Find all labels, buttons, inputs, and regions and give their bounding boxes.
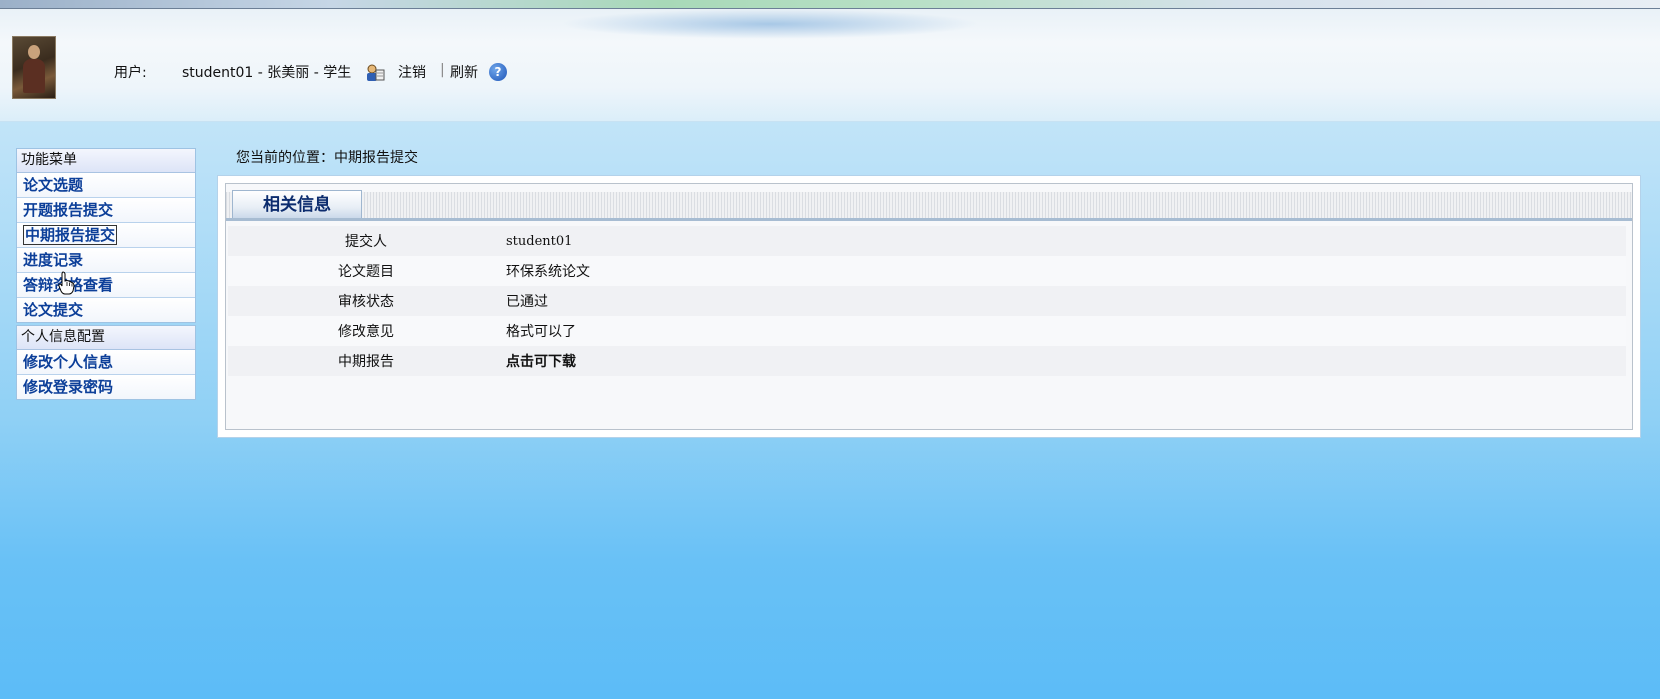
- browser-tab-strip: [0, 0, 1660, 9]
- sidebar-item-edit-profile[interactable]: 修改个人信息: [17, 350, 195, 375]
- refresh-link[interactable]: 刷新: [450, 62, 478, 82]
- page-header: 用户: student01 - 张美丽 - 学生 注销 | 刷新 ?: [0, 9, 1660, 122]
- hand-cursor-icon: [58, 271, 75, 295]
- table-row: 审核状态 已通过: [228, 286, 1626, 316]
- menu-group-personal: 个人信息配置 修改个人信息 修改登录密码: [16, 325, 196, 400]
- separator: |: [440, 62, 445, 78]
- sidebar-item-progress-record[interactable]: 进度记录: [17, 248, 195, 273]
- row-value-thesis-title: 环保系统论文: [506, 256, 1626, 286]
- row-value-comments: 格式可以了: [506, 316, 1626, 346]
- sidebar-item-label: 修改个人信息: [23, 353, 114, 371]
- panel-title: 相关信息: [232, 190, 362, 218]
- sidebar-item-proposal-submit[interactable]: 开题报告提交: [17, 198, 195, 223]
- breadcrumb: 您当前的位置：中期报告提交: [236, 150, 418, 166]
- sidebar-menu: 功能菜单 论文选题 开题报告提交 中期报告提交 进度记录 答辩资格查看 论文提交…: [16, 148, 196, 402]
- info-panel: 相关信息 提交人 student01 论文题目 环保系统论文 审核状态 已通过 …: [217, 175, 1641, 438]
- user-label: 用户:: [114, 65, 147, 81]
- menu-header-functions: 功能菜单: [17, 149, 195, 173]
- sidebar-item-label: 开题报告提交: [23, 201, 114, 219]
- avatar-body: [23, 59, 45, 93]
- table-row: 论文题目 环保系统论文: [228, 256, 1626, 286]
- header-decoration: [560, 9, 980, 39]
- sidebar-item-thesis-submit[interactable]: 论文提交: [17, 298, 195, 322]
- row-label-comments: 修改意见: [338, 324, 394, 340]
- sidebar-item-label: 进度记录: [23, 251, 84, 269]
- sidebar-item-label: 论文选题: [23, 176, 84, 194]
- avatar-face: [28, 45, 40, 59]
- sidebar-item-defense-eligibility[interactable]: 答辩资格查看: [17, 273, 195, 298]
- row-value-submitter: student01: [506, 226, 1626, 256]
- table-row: 中期报告 点击可下载: [228, 346, 1626, 376]
- row-value-review-status: 已通过: [506, 286, 1626, 316]
- user-logout-icon[interactable]: [365, 64, 385, 82]
- table-row: 修改意见 格式可以了: [228, 316, 1626, 346]
- sidebar-item-label: 修改登录密码: [23, 378, 114, 396]
- help-icon[interactable]: ?: [489, 63, 507, 81]
- user-info: student01 - 张美丽 - 学生: [182, 65, 352, 81]
- avatar: [12, 36, 56, 99]
- row-label-review-status: 审核状态: [338, 294, 394, 310]
- menu-group-functions: 功能菜单 论文选题 开题报告提交 中期报告提交 进度记录 答辩资格查看 论文提交: [16, 148, 196, 323]
- logout-link[interactable]: 注销: [398, 62, 426, 82]
- sidebar-item-label: 中期报告提交: [23, 225, 118, 245]
- info-panel-inner: 相关信息 提交人 student01 论文题目 环保系统论文 审核状态 已通过 …: [225, 183, 1633, 430]
- midterm-report-download-link[interactable]: 点击可下载: [506, 354, 576, 370]
- sidebar-item-midterm-submit[interactable]: 中期报告提交: [17, 223, 195, 248]
- info-table: 提交人 student01 论文题目 环保系统论文 审核状态 已通过 修改意见 …: [228, 226, 1626, 376]
- sidebar-item-change-password[interactable]: 修改登录密码: [17, 375, 195, 399]
- row-label-submitter: 提交人: [345, 234, 387, 250]
- sidebar-item-label: 论文提交: [23, 301, 84, 319]
- panel-titlebar: 相关信息: [226, 190, 1632, 221]
- menu-header-personal: 个人信息配置: [17, 326, 195, 350]
- row-label-midterm-report: 中期报告: [338, 354, 394, 370]
- table-row: 提交人 student01: [228, 226, 1626, 256]
- sidebar-item-thesis-topic[interactable]: 论文选题: [17, 173, 195, 198]
- row-label-thesis-title: 论文题目: [338, 264, 394, 280]
